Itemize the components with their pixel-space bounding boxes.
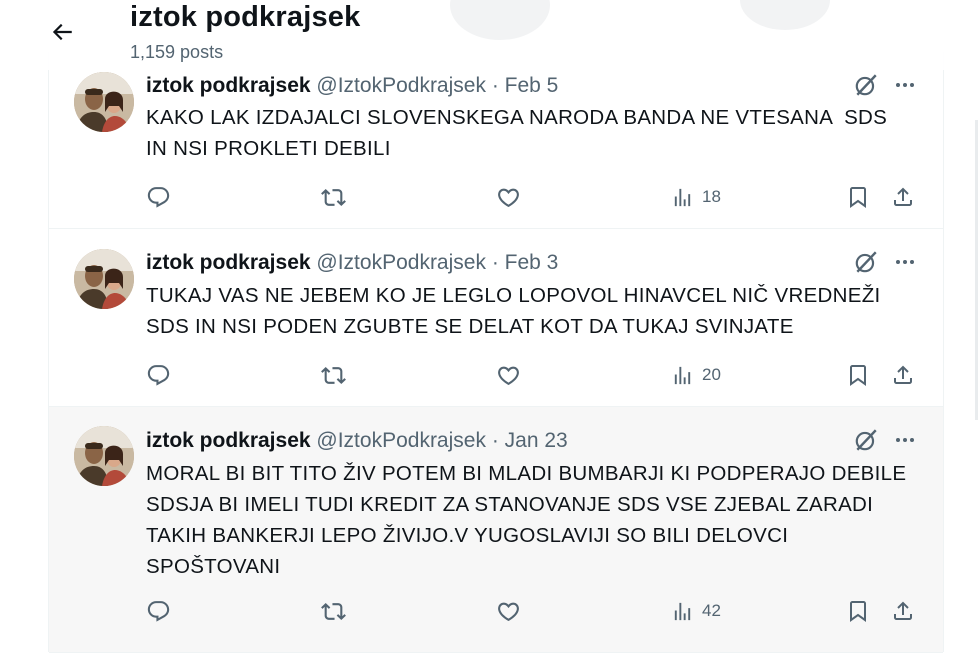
views-button[interactable]: 18 (671, 182, 721, 212)
bookmark-button[interactable] (846, 360, 870, 390)
tweet-header: iztok podkrajsek @IztokPodkrajsek · Feb … (146, 251, 558, 275)
bookmark-button[interactable] (846, 596, 870, 626)
more-horizontal-icon[interactable] (893, 73, 917, 97)
author-name[interactable]: iztok podkrajsek (146, 251, 311, 274)
bookmark-icon (846, 363, 870, 387)
share-button[interactable] (891, 360, 915, 390)
avatar[interactable] (74, 72, 134, 132)
views-bar-chart-icon (671, 186, 694, 209)
back-button[interactable] (40, 12, 84, 52)
more-horizontal-icon[interactable] (893, 428, 917, 452)
reply-icon (146, 363, 171, 388)
share-button[interactable] (891, 596, 915, 626)
views-count: 42 (702, 601, 721, 620)
tweet-actions: 18 (146, 182, 926, 212)
tweet-date[interactable]: Feb 5 (505, 74, 559, 97)
tweet-text: MORAL BI BIT TITO ŽIV POTEM BI MLADI BUM… (146, 458, 926, 582)
avatar[interactable] (74, 249, 134, 309)
author-handle[interactable]: @IztokPodkrajsek (316, 429, 486, 452)
tweet-text-line: MORAL BI BIT TITO ŽIV POTEM BI MLADI BUM… (146, 462, 907, 485)
views-count: 20 (702, 365, 721, 384)
tweet[interactable]: iztok podkrajsek @IztokPodkrajsek · Feb … (49, 229, 943, 407)
arrow-left-icon (52, 23, 72, 41)
tweet-text-line: IN NSI PROKLETI DEBILI (146, 137, 391, 160)
profile-header: iztok podkrajsek 1,159 posts (0, 0, 978, 70)
share-icon (891, 363, 915, 387)
avatar-photo (74, 426, 134, 486)
header-backdrop-circle-left (450, 0, 550, 40)
tweet-header: iztok podkrajsek @IztokPodkrajsek · Jan … (146, 429, 568, 453)
repost-icon (321, 185, 346, 210)
post-count: 1,159 posts (130, 42, 224, 62)
heart-icon (496, 185, 521, 210)
like-button[interactable] (496, 596, 521, 626)
profile-name: iztok podkrajsek (130, 1, 361, 33)
tweet-actions: 42 (146, 596, 926, 626)
tweet-actions: 20 (146, 360, 926, 390)
reply-button[interactable] (146, 182, 171, 212)
tweet-header: iztok podkrajsek @IztokPodkrajsek · Feb … (146, 74, 558, 98)
reply-icon (146, 185, 171, 210)
views-button[interactable]: 42 (671, 596, 721, 626)
timeline: iztok podkrajsek @IztokPodkrajsek · Feb … (48, 52, 944, 653)
heart-icon (496, 363, 521, 388)
share-icon (891, 599, 915, 623)
views-button[interactable]: 20 (671, 360, 721, 390)
tweet-top-actions (853, 72, 917, 98)
tweet-text-line: SPOŠTOVANI (146, 555, 281, 578)
repost-icon (321, 363, 346, 388)
repost-button[interactable] (321, 182, 346, 212)
repost-button[interactable] (321, 596, 346, 626)
reply-button[interactable] (146, 596, 171, 626)
repost-icon (321, 599, 346, 624)
header-backdrop-circle-right (740, 0, 830, 30)
author-name[interactable]: iztok podkrajsek (146, 429, 311, 452)
avatar[interactable] (74, 426, 134, 486)
tweet-top-actions (853, 249, 917, 275)
share-icon (891, 185, 915, 209)
views-count: 18 (702, 187, 721, 206)
bookmark-icon (846, 599, 870, 623)
grok-icon[interactable] (853, 72, 879, 98)
tweet-date[interactable]: Jan 23 (505, 429, 568, 452)
author-handle[interactable]: @IztokPodkrajsek (316, 74, 486, 97)
tweet-date[interactable]: Feb 3 (505, 251, 559, 274)
views-bar-chart-icon (671, 364, 694, 387)
avatar-photo (74, 72, 134, 132)
tweet-text: TUKAJ VAS NE JEBEM KO JE LEGLO LOPOVOL H… (146, 280, 926, 342)
tweet-text-line: TUKAJ VAS NE JEBEM KO JE LEGLO LOPOVOL H… (146, 284, 881, 307)
reply-icon (146, 599, 171, 624)
like-button[interactable] (496, 360, 521, 390)
more-horizontal-icon[interactable] (893, 250, 917, 274)
share-button[interactable] (891, 182, 915, 212)
reply-button[interactable] (146, 360, 171, 390)
grok-icon[interactable] (853, 249, 879, 275)
grok-icon[interactable] (853, 427, 879, 453)
tweet-text-line: SDSJA BI IMELI TUDI KREDIT ZA STANOVANJE… (146, 493, 874, 516)
tweet-text: KAKO LAK IZDAJALCI SLOVENSKEGA NARODA BA… (146, 102, 926, 164)
tweet[interactable]: iztok podkrajsek @IztokPodkrajsek · Feb … (49, 52, 943, 229)
tweet[interactable]: iztok podkrajsek @IztokPodkrajsek · Jan … (49, 407, 943, 653)
bookmark-button[interactable] (846, 182, 870, 212)
tweet-text-line: TAKIH BANKERJI LEPO ŽIVIJO.V YUGOSLAVIJI… (146, 524, 789, 547)
author-name[interactable]: iztok podkrajsek (146, 74, 311, 97)
tweet-top-actions (853, 427, 917, 453)
tweet-text-line: SDS IN NSI PODEN ZGUBTE SE DELAT KOT DA … (146, 315, 794, 338)
separator-dot: · (491, 251, 499, 274)
heart-icon (496, 599, 521, 624)
repost-button[interactable] (321, 360, 346, 390)
bookmark-icon (846, 185, 870, 209)
views-bar-chart-icon (671, 600, 694, 623)
separator-dot: · (491, 429, 499, 452)
author-handle[interactable]: @IztokPodkrajsek (316, 251, 486, 274)
separator-dot: · (491, 74, 499, 97)
avatar-photo (74, 249, 134, 309)
tweet-text-line: KAKO LAK IZDAJALCI SLOVENSKEGA NARODA BA… (146, 106, 888, 129)
like-button[interactable] (496, 182, 521, 212)
